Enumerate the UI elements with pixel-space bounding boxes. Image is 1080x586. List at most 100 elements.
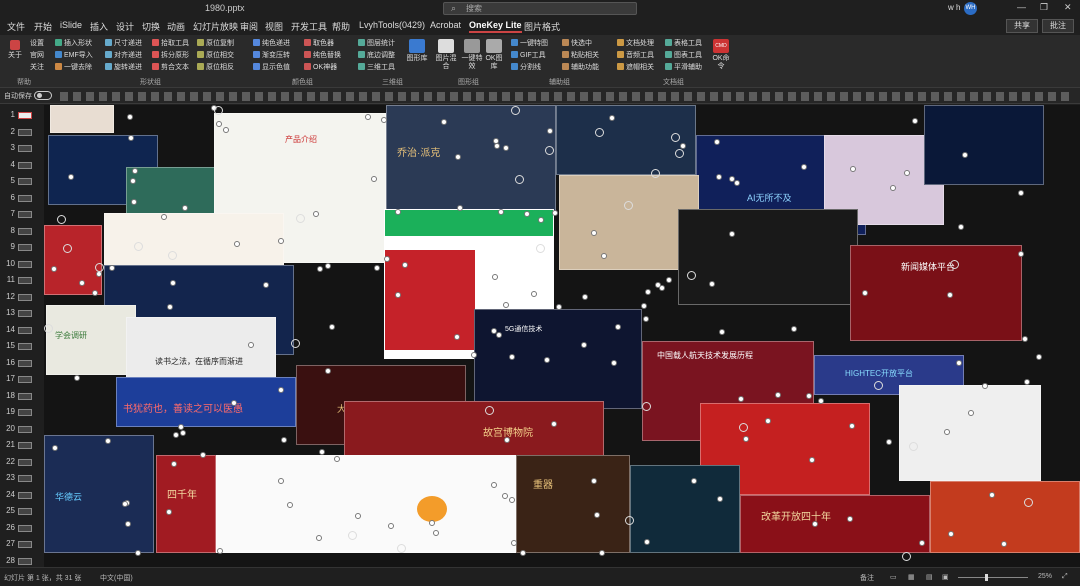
website-button[interactable]: 官网 [30, 51, 44, 60]
resize-handle[interactable] [128, 135, 134, 141]
resize-handle[interactable] [982, 383, 988, 389]
resize-handle[interactable] [719, 329, 725, 335]
resize-handle[interactable] [492, 274, 498, 280]
slide-thumbnail[interactable] [18, 128, 32, 136]
resize-handle[interactable] [1036, 354, 1042, 360]
rotate-handle[interactable] [95, 263, 104, 272]
tab-onekey-lite[interactable]: OneKey Lite [469, 20, 522, 33]
resize-handle[interactable] [325, 368, 331, 374]
rotate-handle[interactable] [625, 516, 634, 525]
slide-thumbnail[interactable] [18, 211, 32, 218]
resize-handle[interactable] [850, 166, 856, 172]
slide-thumbnail[interactable] [18, 508, 32, 515]
slide-thumbnail[interactable] [18, 326, 32, 334]
zoom-level[interactable]: 25% [1038, 573, 1052, 580]
rotate-handle[interactable] [671, 133, 680, 142]
follow-button[interactable]: 关注 [30, 63, 44, 72]
resize-handle[interactable] [68, 174, 74, 180]
resize-handle[interactable] [599, 550, 605, 556]
resize-handle[interactable] [765, 418, 771, 424]
quick-select-button[interactable]: 快选中 [562, 39, 592, 48]
rotate-handle[interactable] [1024, 498, 1033, 507]
rotate-handle[interactable] [397, 544, 406, 553]
resize-handle[interactable] [904, 170, 910, 176]
slide-thumbnail[interactable] [18, 557, 32, 565]
reading-view-icon[interactable]: ▤ [926, 573, 933, 581]
resize-handle[interactable] [433, 530, 439, 536]
resize-handle[interactable] [591, 478, 597, 484]
search-input[interactable]: ⌕ 搜索 [443, 2, 637, 15]
resize-handle[interactable] [384, 256, 390, 262]
resize-handle[interactable] [491, 482, 497, 488]
rotate-handle[interactable] [624, 201, 633, 210]
resize-handle[interactable] [716, 174, 722, 180]
slide-thumbnail[interactable] [18, 524, 32, 532]
resize-handle[interactable] [334, 456, 340, 462]
slide-thumbnail[interactable] [18, 145, 32, 152]
resize-handle[interactable] [809, 457, 815, 463]
rotate-handle[interactable] [63, 244, 72, 253]
slide-thumbnail[interactable] [18, 458, 32, 466]
resize-handle[interactable] [958, 224, 964, 230]
resize-handle[interactable] [947, 292, 953, 298]
rotate-handle[interactable] [485, 406, 494, 415]
slide-thumbnail[interactable] [18, 343, 32, 350]
slide-thumbnail[interactable] [18, 277, 32, 284]
resize-handle[interactable] [791, 326, 797, 332]
autosave-toggle[interactable] [34, 91, 52, 100]
slide-george-parker[interactable]: 乔治·派克 [386, 105, 556, 215]
slide-thumbnail[interactable] [18, 392, 32, 400]
rotate-step-button[interactable]: 旋转递进 [105, 63, 142, 72]
resize-handle[interactable] [531, 291, 537, 297]
rotate-handle[interactable] [642, 402, 651, 411]
gradient-button[interactable]: 渐变压转 [253, 51, 290, 60]
shape-library-button[interactable]: 图形库 [406, 39, 428, 63]
resize-handle[interactable] [502, 493, 508, 499]
resize-handle[interactable] [509, 354, 515, 360]
rotate-handle[interactable] [168, 251, 177, 260]
resize-handle[interactable] [125, 521, 131, 527]
mask-button[interactable]: 遮帽相关 [617, 63, 654, 72]
resize-handle[interactable] [167, 304, 173, 310]
emf-import-button[interactable]: EMF导入 [55, 51, 93, 60]
rotate-handle[interactable] [511, 106, 520, 115]
avatar[interactable]: WH [964, 2, 977, 15]
slide-black-book[interactable] [678, 209, 858, 305]
tab-home[interactable]: 开始 [34, 20, 52, 33]
resize-handle[interactable] [491, 328, 497, 334]
audio-tool-button[interactable]: 音频工具 [617, 51, 654, 60]
resize-handle[interactable] [956, 360, 962, 366]
resize-handle[interactable] [886, 439, 892, 445]
slide-thumbnail[interactable] [18, 376, 32, 383]
settings-button[interactable]: 设置 [30, 39, 44, 48]
zoom-slider[interactable] [958, 577, 1028, 578]
resize-handle[interactable] [200, 452, 206, 458]
rotate-handle[interactable] [909, 442, 918, 451]
resize-handle[interactable] [919, 540, 925, 546]
fit-window-icon[interactable]: ⤢ [1062, 573, 1068, 581]
ok-gallery-button[interactable]: OK图库 [485, 39, 503, 71]
resize-handle[interactable] [498, 209, 504, 215]
resize-handle[interactable] [594, 512, 600, 518]
gif-tool-button[interactable]: GIF工具 [511, 51, 546, 60]
slide-thumbnail[interactable] [18, 409, 32, 416]
rotate-handle[interactable] [651, 169, 660, 178]
inplace-reverse-button[interactable]: 原位相反 [197, 63, 234, 72]
rotate-handle[interactable] [950, 260, 959, 269]
slide-thumbnail[interactable] [18, 112, 32, 119]
about-button[interactable]: 关于 [8, 40, 22, 60]
resize-handle[interactable] [609, 115, 615, 121]
resize-handle[interactable] [912, 118, 918, 124]
resize-handle[interactable] [381, 117, 387, 123]
rotate-handle[interactable] [348, 531, 357, 540]
tab-file[interactable]: 文件 [7, 20, 25, 33]
normal-view-icon[interactable]: ▭ [890, 573, 897, 581]
resize-handle[interactable] [223, 127, 229, 133]
rotate-handle[interactable] [134, 242, 143, 251]
resize-handle[interactable] [105, 438, 111, 444]
slide-thumbnail[interactable] [18, 491, 32, 499]
resize-handle[interactable] [402, 262, 408, 268]
resize-handle[interactable] [611, 360, 617, 366]
slide-thumbnail[interactable] [18, 260, 32, 268]
rotate-handle[interactable] [545, 146, 554, 155]
